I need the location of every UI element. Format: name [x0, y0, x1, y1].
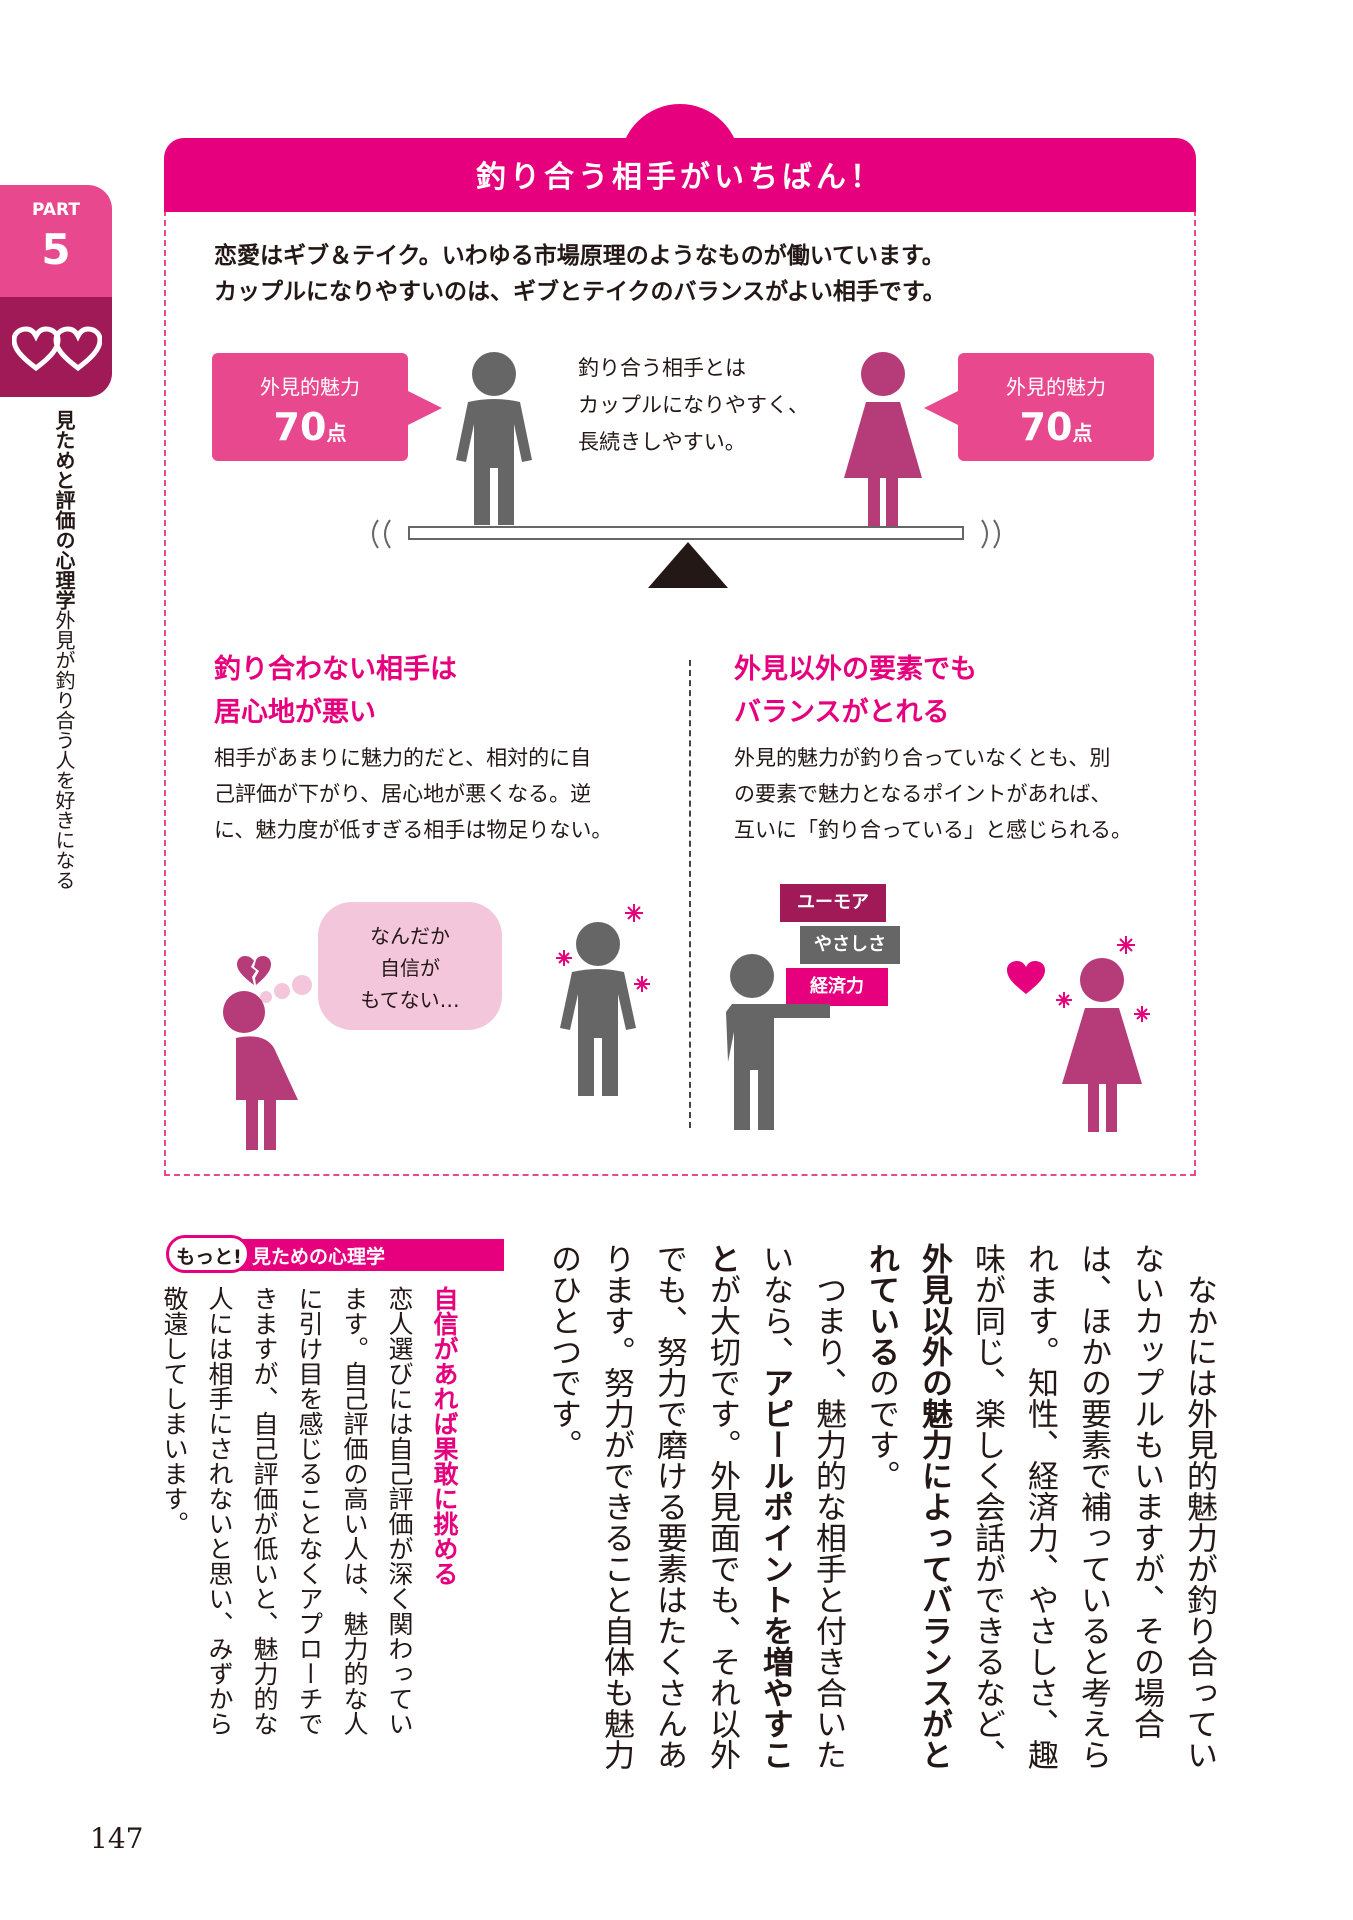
main-text-segment: のです。 [863, 1367, 899, 1491]
intro-line-1: 恋愛はギブ＆テイク。いわゆる市場原理のようなものが働いています。 [214, 243, 945, 269]
main-text-emphasis: 外見以外の魅力によってバランスがとれている [863, 1243, 952, 1770]
seesaw-plank [408, 526, 964, 540]
intro-line-2: カップルになりやすいのは、ギブとテイクのバランスがよい相手です。 [214, 279, 946, 305]
part-number: 5 [41, 225, 71, 274]
box-title: 釣り合う相手がいちばん！ [476, 160, 884, 195]
wobble-lines-left [372, 519, 391, 549]
center-line: カップルになりやすく、 [578, 393, 809, 417]
left-callout-pointer [406, 390, 442, 426]
right-body-line: 外見的魅力が釣り合っていなくとも、別 [734, 746, 1111, 770]
part-label: PART [32, 200, 80, 220]
motto-body: 恋人選びには自己評価が深く関わっています。自己評価の高い人は、魅力的な人に引け目… [160, 1286, 414, 1736]
page-number: 147 [90, 1822, 144, 1855]
sparkle-woman-figure-icon [1056, 936, 1150, 1132]
left-callout-label: 外見的魅力 [260, 375, 360, 399]
right-body-line: 互いに「釣り合っている」と感じられる。 [734, 818, 1132, 842]
main-text-segment: なかには外見的魅力が釣り合っていないカップルもいますが、その場合は、ほかの要素で… [969, 1243, 1217, 1770]
left-subheading-line: 釣り合わない相手は [214, 654, 457, 685]
right-body: 外見的魅力が釣り合っていなくとも、別 の要素で魅力となるポイントがあれば、 互い… [734, 740, 1132, 848]
right-callout-value: 70点 [1019, 405, 1093, 449]
motto-column: 自信があれば果敢に挑める 恋人選びには自己評価が深く関わっています。自己評価の高い… [152, 1286, 467, 1756]
motto-bubble-text: もっと! [176, 1246, 242, 1268]
left-body-line: 相手があまりに魅力的だと、相対的に自 [214, 746, 592, 770]
center-line: 釣り合う相手とは [578, 356, 746, 380]
right-callout-label: 外見的魅力 [1006, 375, 1106, 399]
man-figure-icon [456, 352, 532, 525]
motto-heading: 自信があれば果敢に挑める [430, 1286, 459, 1586]
chapter-subtitle: 外見が釣り合う人を好きになる [52, 610, 76, 890]
wobble-lines-right [981, 519, 1000, 549]
motto-title: 見ための心理学 [252, 1246, 386, 1268]
main-text-segment: が大切です。外見面でも、それ以外でも、努力で磨ける要素はたくさんあります。努力が… [545, 1243, 740, 1770]
right-subheading-line: バランスがとれる [734, 697, 950, 728]
woman-figure-icon [844, 352, 922, 528]
offering-man-figure-icon [726, 954, 830, 1130]
center-line: 長続きしやすい。 [578, 430, 746, 454]
chapter-title-bold: 見ためと評価の心理学 [52, 410, 76, 610]
speech-text: なんだか 自信が もてない… [318, 920, 502, 1016]
column-divider [689, 660, 691, 1128]
main-text: なかには外見的魅力が釣り合っていないカップルもいますが、その場合は、ほかの要素で… [536, 1243, 1225, 1783]
right-subheading-line: 外見以外の要素でも [734, 654, 977, 685]
left-callout: 外見的魅力 70点 [212, 353, 408, 461]
left-body-line: に、魅力度が低すぎる相手は物足りない。 [214, 818, 613, 842]
right-callout-pointer [924, 390, 960, 426]
speech-line: 自信が [380, 956, 440, 980]
speech-line: なんだか [370, 924, 450, 948]
left-body: 相手があまりに魅力的だと、相対的に自 己評価が下がり、居心地が悪くなる。逆 に、… [214, 740, 612, 848]
sad-woman-figure-icon [223, 991, 298, 1150]
chapter-title: 見ためと評価の心理学外見が釣り合う人を好きになる [38, 410, 78, 890]
left-subheading-line: 居心地が悪い [214, 697, 376, 728]
center-text: 釣り合う相手とは カップルになりやすく、 長続きしやすい。 [578, 350, 809, 461]
heart-icon [1007, 961, 1045, 994]
hearts-icon [12, 326, 102, 372]
tag-humor: ユーモア [780, 884, 886, 922]
right-subheading: 外見以外の要素でも バランスがとれる [734, 648, 977, 734]
left-body-line: 己評価が下がり、居心地が悪くなる。逆 [214, 782, 592, 806]
seesaw-fulcrum [648, 542, 728, 588]
speech-line: もてない… [360, 988, 460, 1012]
right-callout: 外見的魅力 70点 [958, 353, 1154, 461]
left-callout-value: 70点 [273, 405, 347, 449]
sparkle-man-figure-icon [556, 904, 650, 1096]
right-body-line: の要素で魅力となるポイントがあれば、 [734, 782, 1112, 806]
left-subheading: 釣り合わない相手は 居心地が悪い [214, 648, 457, 734]
